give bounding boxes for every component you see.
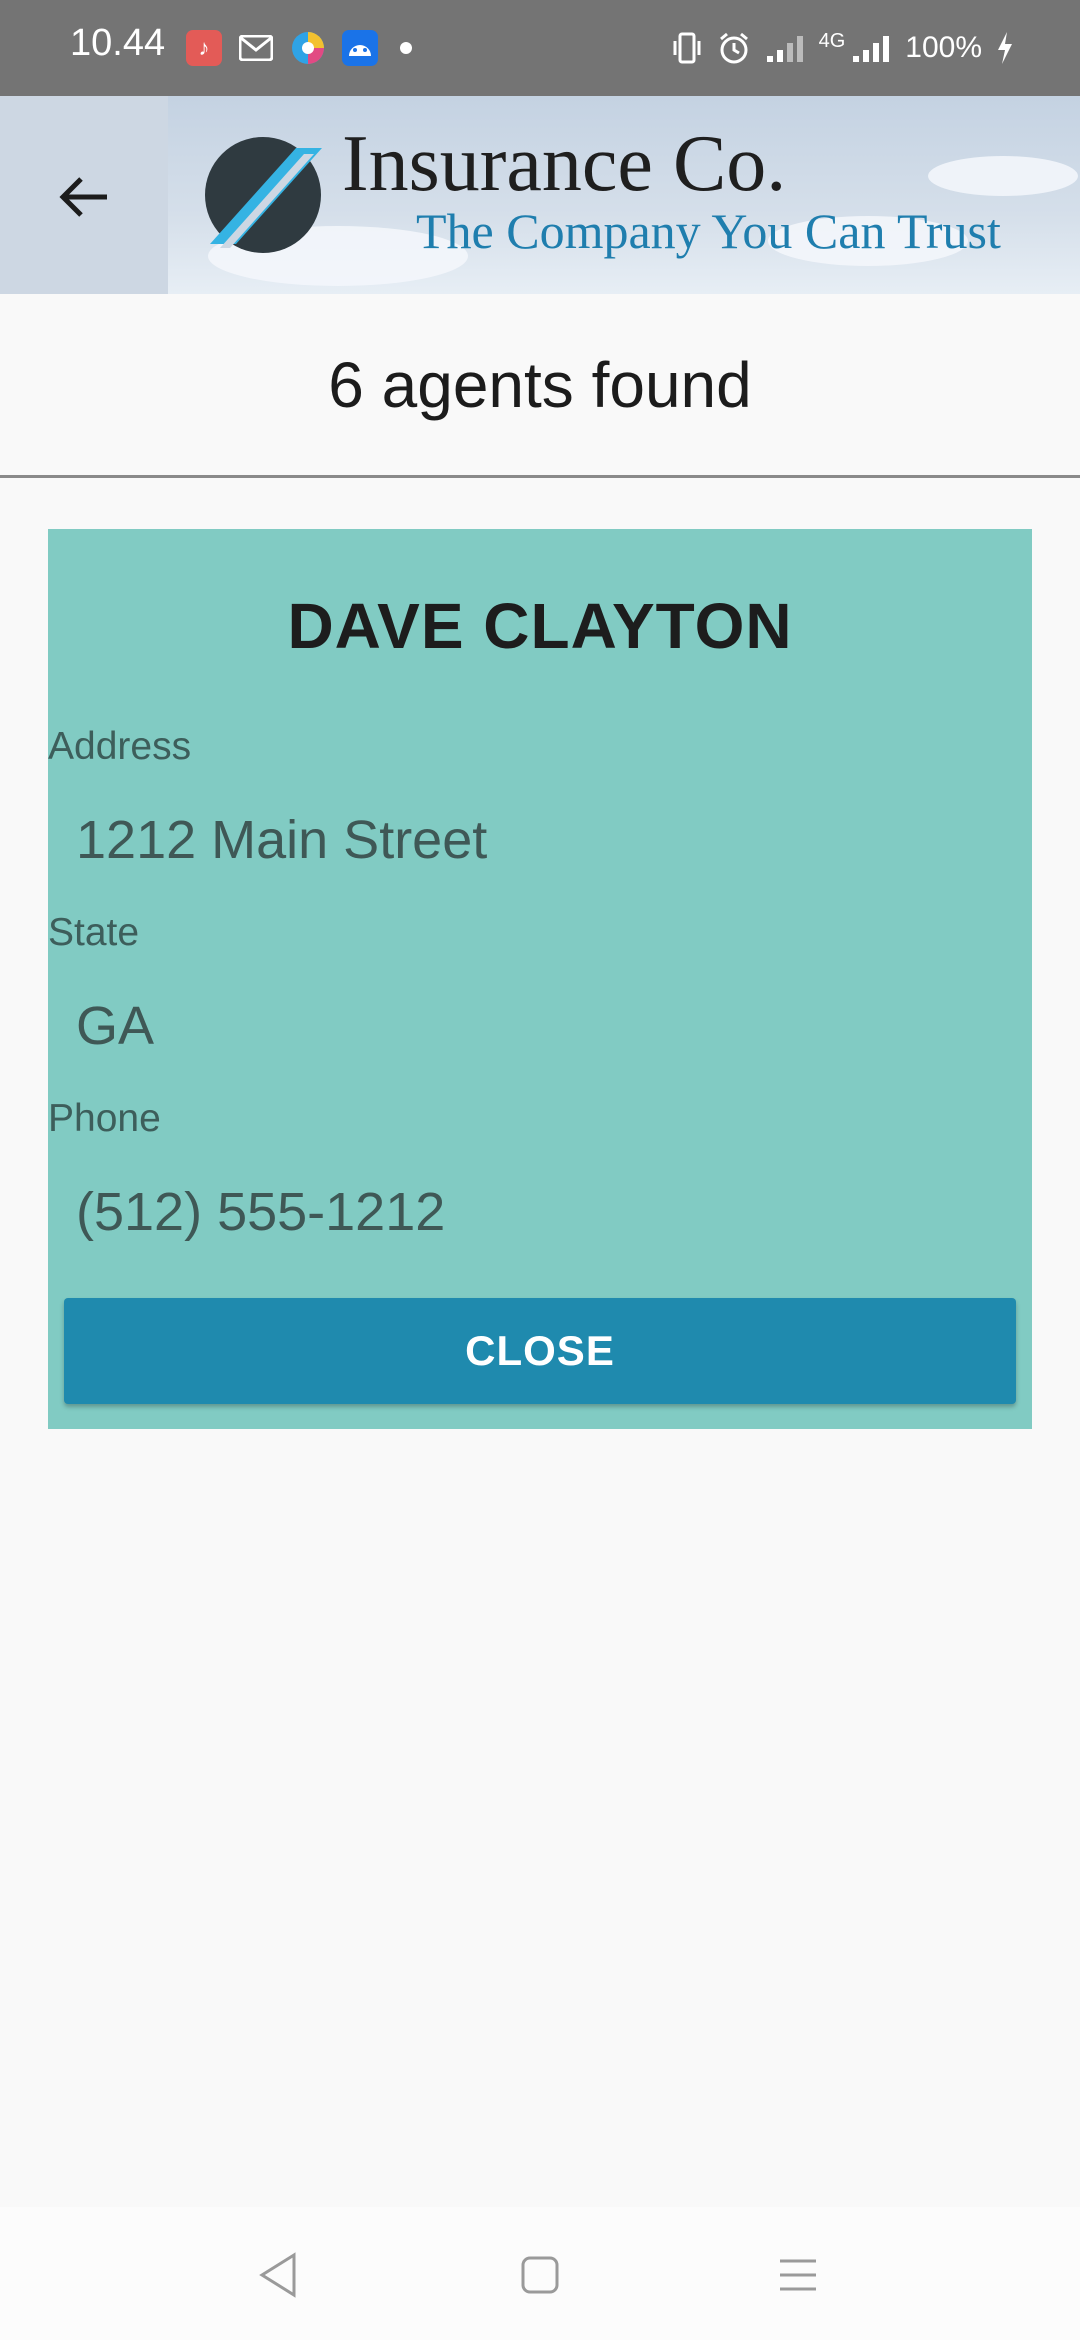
notification-icons: ♪ — [186, 30, 412, 66]
agent-card: DAVE CLAYTON Address 1212 Main Street St… — [48, 529, 1032, 1429]
back-button[interactable] — [40, 154, 126, 240]
results-count: 6 agents found — [0, 294, 1080, 478]
brand-tagline: The Company You Can Trust — [416, 203, 1001, 259]
more-notifications-dot — [400, 42, 412, 54]
nav-menu-button[interactable] — [770, 2247, 826, 2303]
music-app-icon: ♪ — [186, 30, 222, 66]
status-time: 10.44 — [70, 22, 166, 64]
phone-value[interactable]: (512) 555-1212 — [76, 1181, 445, 1243]
battery-percent: 100% — [905, 31, 982, 64]
android-robot-icon — [342, 30, 378, 66]
company-logo-icon — [205, 137, 322, 253]
phone-label: Phone — [48, 1097, 161, 1140]
brand-title: Insurance Co. — [342, 120, 787, 208]
address-label: Address — [48, 725, 192, 768]
system-nav-bar — [0, 2207, 1080, 2340]
app-header: Insurance Co. The Company You Can Trust — [0, 96, 1080, 294]
gmail-icon — [238, 30, 274, 66]
vibrate-icon — [673, 32, 701, 64]
state-value: GA — [76, 996, 155, 1056]
network-type: 4G — [818, 29, 846, 52]
square-home-icon — [521, 2256, 559, 2294]
address-value: 1212 Main Street — [76, 810, 488, 870]
close-button[interactable]: CLOSE — [64, 1298, 1016, 1404]
browser-icon — [290, 30, 326, 66]
triangle-back-icon — [259, 2252, 296, 2298]
alarm-icon — [719, 32, 748, 64]
status-indicators: 4G 100% — [671, 29, 1014, 65]
charging-icon — [998, 32, 1012, 64]
nav-back-button[interactable] — [250, 2247, 306, 2303]
status-bar: 10.44 ♪ 4G 100% — [0, 0, 1080, 96]
signal-icon-2 — [853, 36, 890, 62]
nav-home-button[interactable] — [512, 2247, 568, 2303]
signal-icon — [766, 36, 803, 62]
state-label: State — [48, 911, 140, 954]
arrow-left-icon — [59, 177, 107, 217]
menu-lines-icon — [780, 2259, 816, 2291]
agent-name: DAVE CLAYTON — [287, 590, 793, 662]
